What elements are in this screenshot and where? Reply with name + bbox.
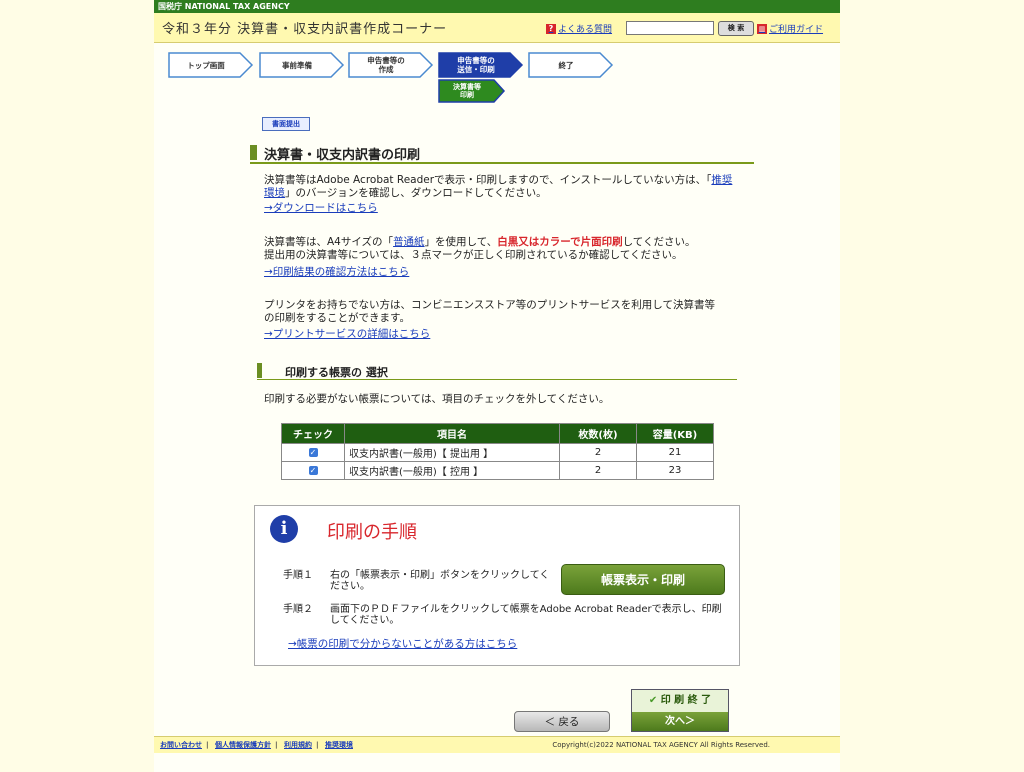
footer: お問い合わせ | 個人情報保護方針 | 利用規約 | 推奨環境 Copyright(c…	[154, 736, 840, 753]
step-prep-label: 事前準備	[282, 60, 312, 70]
procedure-title: 印刷の手順	[327, 522, 417, 543]
step-create-label: 申告書等の 作成	[367, 56, 405, 74]
book-icon: ▥	[757, 23, 767, 34]
view-print-button[interactable]: 帳票表示・印刷	[561, 564, 725, 595]
footer-privacy-link[interactable]: 個人情報保護方針	[215, 741, 271, 749]
table-header-row: チェック 項目名 枚数(枚) 容量(KB)	[281, 423, 714, 444]
print-service-link[interactable]: →プリントサービスの詳細はこちら	[264, 328, 430, 340]
item-name: 収支内訳書(一般用)【 控用 】	[344, 461, 560, 480]
item-size: 23	[636, 461, 714, 480]
faq-link[interactable]: ? よくある質問	[546, 22, 612, 35]
site-title: 令和３年分 決算書・収支内訳書作成コーナー	[162, 22, 448, 37]
sub-instruction: 印刷する必要がない帳票については、項目のチェックを外してください。	[264, 393, 610, 405]
back-button[interactable]: ＜ 戻る	[514, 711, 610, 732]
print-mode-note: 白黒又はカラーで片面印刷	[497, 236, 623, 248]
step-end-label: 終了	[558, 60, 574, 70]
agency-bar: 国税庁 NATIONAL TAX AGENCY	[154, 0, 840, 13]
para-print-service: プリンタをお持ちでない方は、コンビニエンスストア等のプリントサービスを利用して決…	[264, 299, 715, 324]
checkbox[interactable]: ✓	[308, 466, 318, 475]
title-bar	[250, 145, 257, 160]
section-title: 決算書・収支内訳書の印刷	[250, 144, 754, 164]
item-pages: 2	[559, 443, 637, 462]
copyright: Copyright(c)2022 NATIONAL TAX AGENCY All…	[552, 741, 770, 749]
footer-env-link[interactable]: 推奨環境	[325, 741, 353, 749]
footer-links: お問い合わせ | 個人情報保護方針 | 利用規約 | 推奨環境	[160, 741, 353, 749]
search-button[interactable]: 検 索	[718, 21, 754, 36]
search-input[interactable]	[626, 21, 714, 35]
sub-title-text: 印刷する帳票の 選択	[285, 366, 388, 379]
guide-link[interactable]: ▥ ご利用ガイド	[757, 22, 823, 35]
step1-text: 右の「帳票表示・印刷」ボタンをクリックしてください。	[330, 570, 550, 592]
col-size: 容量(KB)	[636, 423, 714, 444]
item-size: 21	[636, 443, 714, 462]
col-check: チェック	[281, 423, 345, 444]
service-link-row: →プリントサービスの詳細はこちら	[264, 328, 734, 341]
para-paper: 決算書等は、A4サイズの「普通紙」を使用して、白黒又はカラーで片面印刷してくださ…	[264, 236, 696, 261]
item-pages: 2	[559, 461, 637, 480]
footer-terms-link[interactable]: 利用規約	[284, 741, 312, 749]
sub-title: 印刷する帳票の 選択	[257, 363, 737, 380]
col-name: 項目名	[344, 423, 560, 444]
step-send-label: 申告書等の 送信・印刷	[457, 56, 495, 74]
footer-contact-link[interactable]: お問い合わせ	[160, 741, 202, 749]
three-mark-note: 提出用の決算書等については、３点マークが正しく印刷されているか確認してください。	[264, 249, 683, 261]
checkbox-cell: ✓	[281, 443, 345, 462]
download-link-row: →ダウンロードはこちら	[264, 202, 734, 215]
sub-title-bar	[257, 363, 262, 378]
step-top-label: トップ画面	[187, 60, 225, 70]
download-link[interactable]: →ダウンロードはこちら	[264, 202, 378, 214]
print-finish-label: ✔ 印 刷 終 了	[632, 690, 728, 712]
check-result-link[interactable]: →印刷結果の確認方法はこちら	[264, 266, 409, 278]
step1-label: 手順１	[283, 570, 313, 581]
step2-label: 手順２	[283, 604, 313, 615]
section-title-text: 決算書・収支内訳書の印刷	[264, 148, 421, 163]
substep-print-label: 決算書等 印刷	[453, 83, 481, 99]
print-procedure-box: i 印刷の手順 手順１ 右の「帳票表示・印刷」ボタンをクリックしてください。 帳…	[254, 505, 740, 666]
document-submit-button[interactable]: 書面提出	[262, 117, 310, 131]
question-icon: ?	[546, 23, 556, 34]
item-name: 収支内訳書(一般用)【 提出用 】	[344, 443, 560, 462]
substep-print: 決算書等 印刷	[438, 79, 506, 103]
check-link-row: →印刷結果の確認方法はこちら	[264, 266, 734, 279]
info-icon: i	[270, 515, 298, 543]
check-icon: ✔	[648, 695, 661, 706]
guide-link-label: ご利用ガイド	[769, 25, 824, 35]
next-label: 次へ＞	[632, 712, 728, 731]
header: 令和３年分 決算書・収支内訳書作成コーナー ? よくある質問 検 索 ▥ ご利用…	[154, 13, 840, 43]
print-finish-button[interactable]: ✔ 印 刷 終 了 次へ＞	[631, 689, 729, 732]
print-help-link[interactable]: →帳票の印刷で分からないことがある方はこちら	[288, 636, 517, 651]
table-row: ✓ 収支内訳書(一般用)【 控用 】 2 23	[281, 461, 714, 480]
page-wrapper: 国税庁 NATIONAL TAX AGENCY 令和３年分 決算書・収支内訳書作…	[154, 0, 840, 772]
forms-table: チェック 項目名 枚数(枚) 容量(KB) ✓ 収支内訳書(一般用)【 提出用 …	[281, 423, 714, 480]
plain-paper-link[interactable]: 普通紙	[393, 236, 425, 248]
checkbox-cell: ✓	[281, 461, 345, 480]
col-pages: 枚数(枚)	[559, 423, 637, 444]
step2-text: 画面下のＰＤＦファイルをクリックして帳票をAdobe Acrobat Reade…	[330, 604, 722, 626]
faq-link-label: よくある質問	[558, 25, 613, 35]
table-row: ✓ 収支内訳書(一般用)【 提出用 】 2 21	[281, 443, 714, 462]
para-acrobat: 決算書等はAdobe Acrobat Readerで表示・印刷しますので、インス…	[264, 174, 733, 199]
checkbox[interactable]: ✓	[308, 448, 318, 457]
